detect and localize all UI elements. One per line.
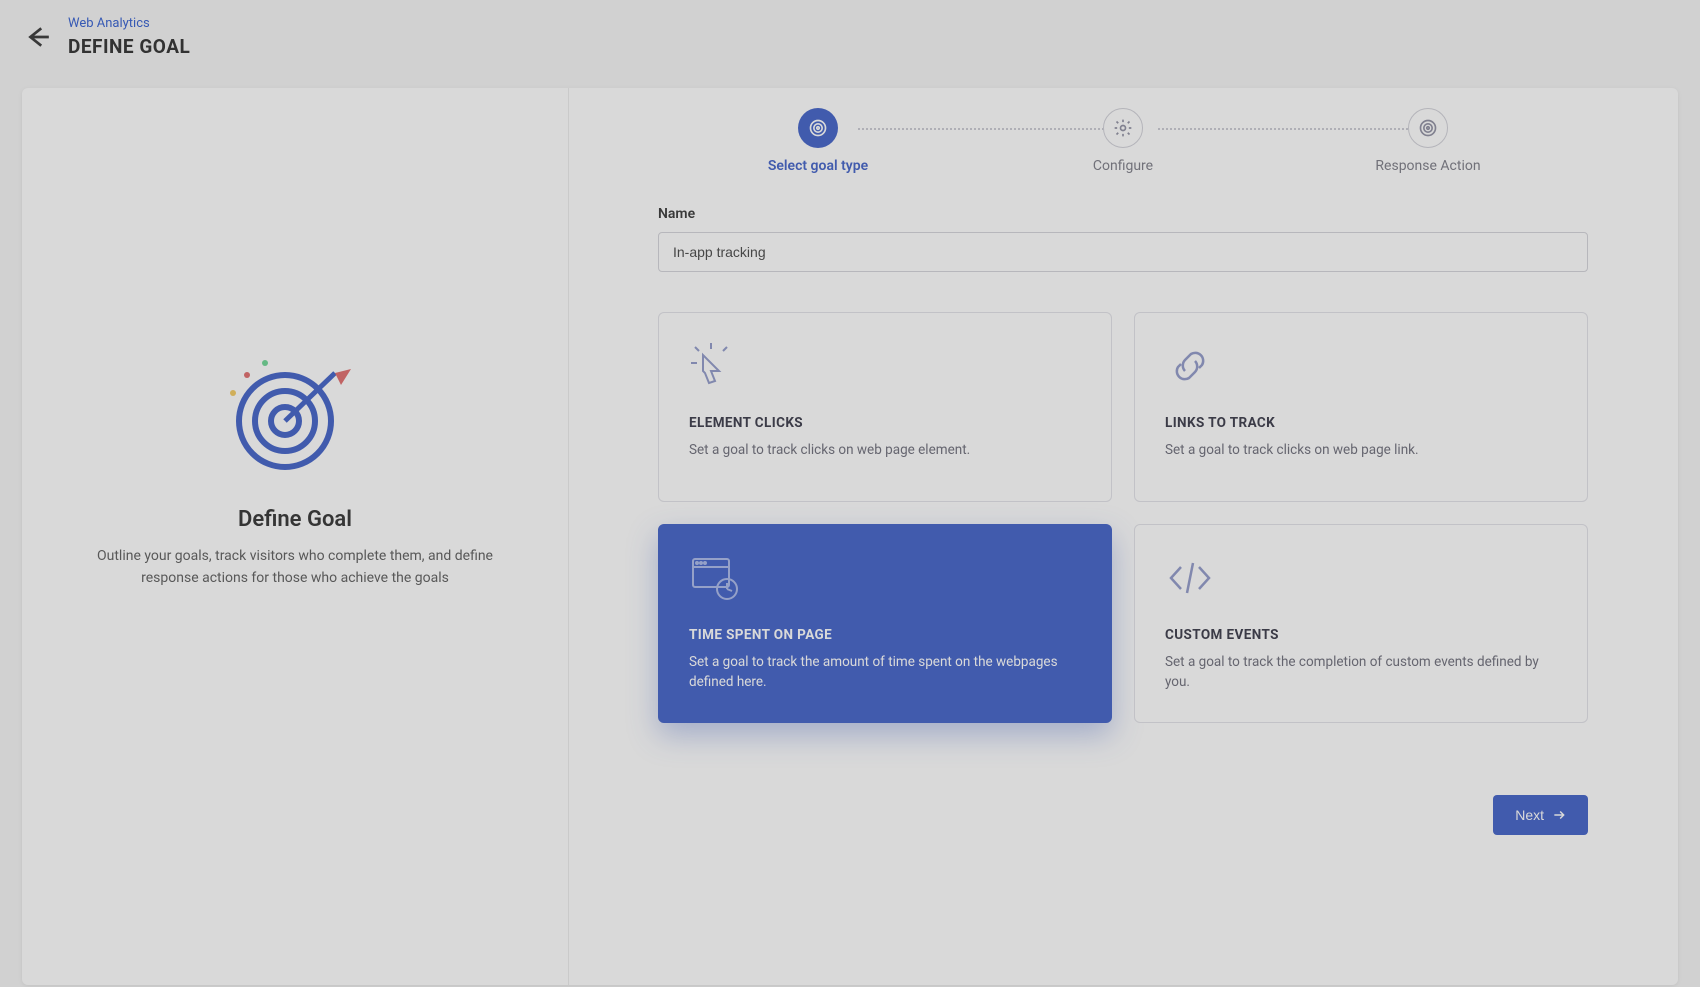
goal-card-custom-events[interactable]: CUSTOM EVENTS Set a goal to track the co… — [1134, 524, 1588, 723]
breadcrumb-link[interactable]: Web Analytics — [68, 16, 190, 31]
goal-name-input[interactable] — [658, 232, 1588, 272]
left-panel-description: Outline your goals, track visitors who c… — [82, 546, 508, 589]
page-clock-icon — [689, 553, 739, 603]
goal-card-description: Set a goal to track clicks on web page l… — [1165, 441, 1557, 461]
goal-illustration — [215, 343, 375, 473]
goal-card-description: Set a goal to track the completion of cu… — [1165, 653, 1557, 692]
next-button-label: Next — [1515, 807, 1544, 823]
step-label: Select goal type — [768, 158, 868, 174]
link-icon — [1165, 341, 1215, 391]
goal-card-title: TIME SPENT ON PAGE — [689, 627, 1081, 643]
stepper: Select goal type Configure Response Acti… — [658, 108, 1588, 174]
step-label: Configure — [1093, 158, 1153, 174]
goal-type-grid: ELEMENT CLICKS Set a goal to track click… — [658, 312, 1588, 723]
step-circle — [798, 108, 838, 148]
cursor-click-icon — [689, 341, 739, 391]
gear-icon — [1113, 118, 1133, 138]
step-select-goal-type[interactable]: Select goal type — [718, 108, 918, 174]
goal-card-description: Set a goal to track clicks on web page e… — [689, 441, 1081, 461]
step-response-action[interactable]: Response Action — [1328, 108, 1528, 174]
step-label: Response Action — [1375, 158, 1480, 174]
goal-card-time-spent[interactable]: TIME SPENT ON PAGE Set a goal to track t… — [658, 524, 1112, 723]
step-configure[interactable]: Configure — [1023, 108, 1223, 174]
left-panel-title: Define Goal — [238, 507, 352, 532]
goal-card-title: LINKS TO TRACK — [1165, 415, 1557, 431]
goal-card-description: Set a goal to track the amount of time s… — [689, 653, 1081, 692]
code-icon — [1165, 553, 1215, 603]
page-header: Web Analytics DEFINE GOAL — [0, 0, 1700, 74]
target-icon — [1418, 118, 1438, 138]
name-label: Name — [658, 206, 1588, 222]
step-circle — [1103, 108, 1143, 148]
header-titles: Web Analytics DEFINE GOAL — [68, 16, 190, 58]
arrow-left-icon — [25, 24, 51, 50]
next-button[interactable]: Next — [1493, 795, 1588, 835]
page-title: DEFINE GOAL — [68, 35, 190, 58]
main-card: Define Goal Outline your goals, track vi… — [22, 88, 1678, 985]
right-panel: Select goal type Configure Response Acti… — [568, 88, 1678, 985]
target-icon — [808, 118, 828, 138]
goal-card-title: CUSTOM EVENTS — [1165, 627, 1557, 643]
actions-row: Next — [658, 795, 1588, 835]
arrow-right-icon — [1552, 808, 1566, 822]
back-button[interactable] — [20, 19, 56, 55]
goal-card-element-clicks[interactable]: ELEMENT CLICKS Set a goal to track click… — [658, 312, 1112, 502]
left-panel: Define Goal Outline your goals, track vi… — [22, 88, 568, 985]
goal-card-links-to-track[interactable]: LINKS TO TRACK Set a goal to track click… — [1134, 312, 1588, 502]
step-circle — [1408, 108, 1448, 148]
goal-card-title: ELEMENT CLICKS — [689, 415, 1081, 431]
